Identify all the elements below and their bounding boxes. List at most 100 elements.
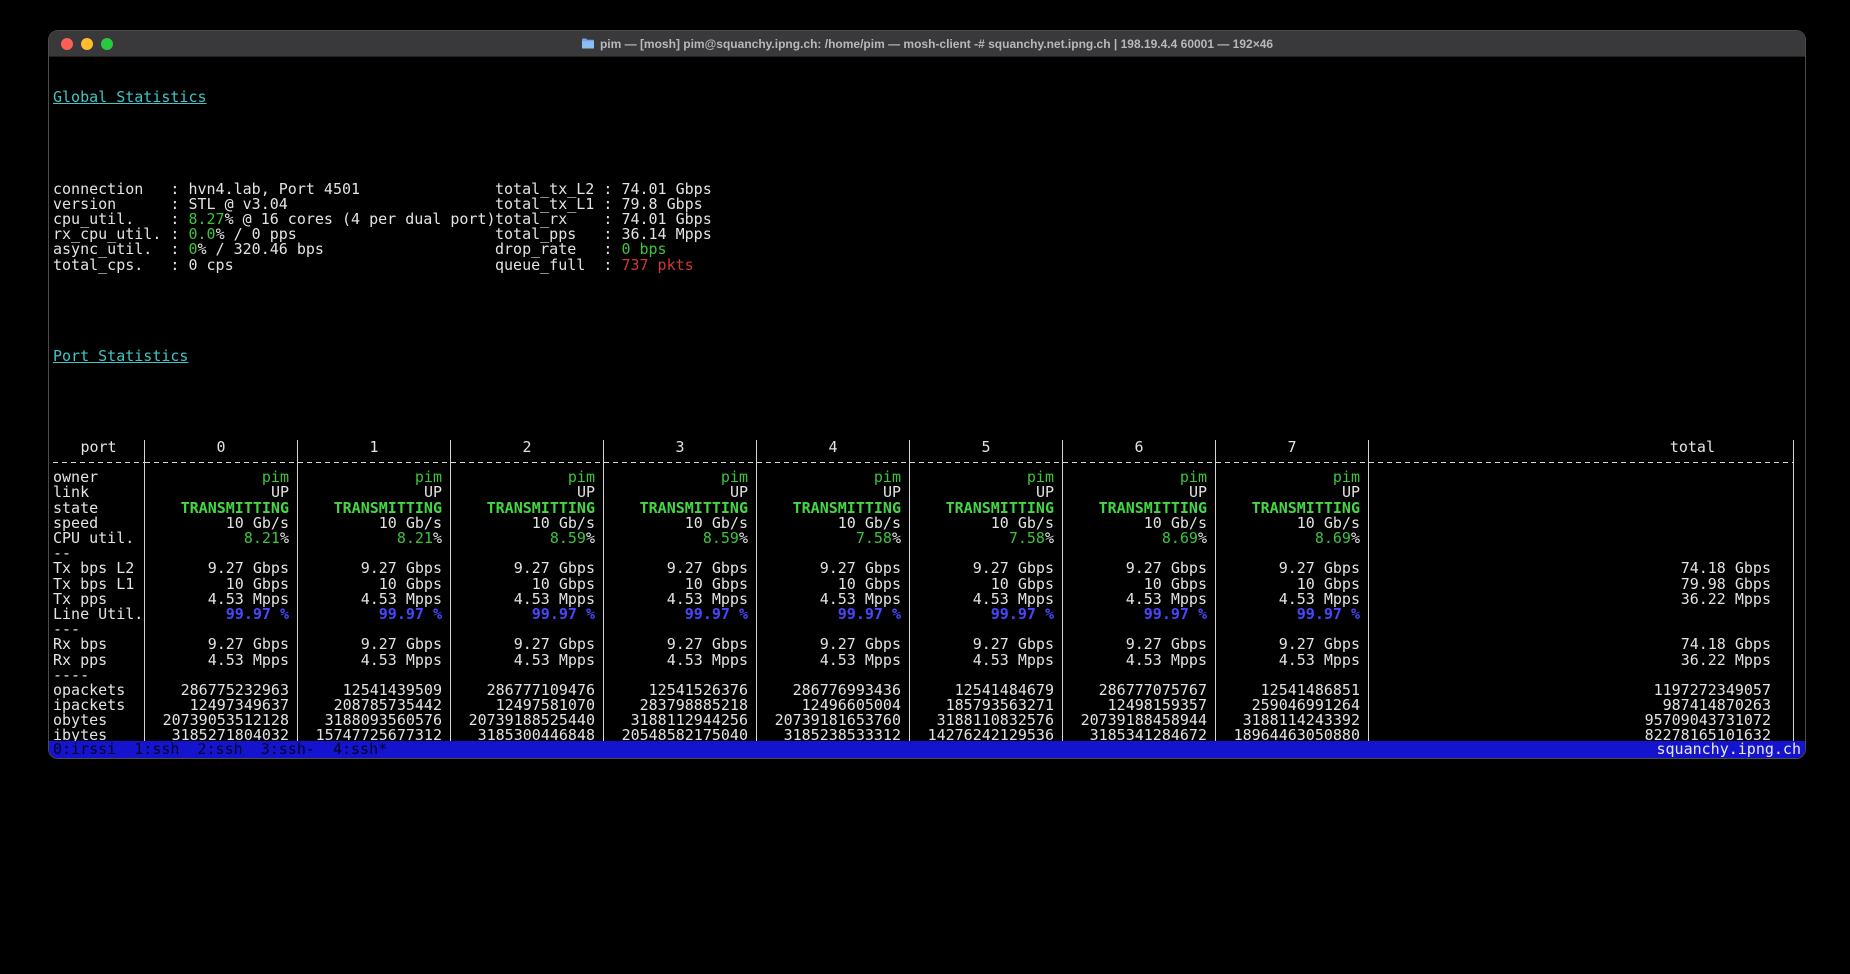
table-cell: 286777109476 [451,683,604,698]
column-header-port-2: 2 [451,440,604,455]
table-cell [145,546,298,561]
zoom-button[interactable] [101,38,113,50]
close-button[interactable] [61,38,73,50]
table-cell [298,546,451,561]
table-cell: 99.97 % [1216,607,1369,622]
table-cell: TRANSMITTING [298,501,451,516]
table-cell [298,668,451,683]
tmux-window-item[interactable]: 2:ssh [198,740,243,758]
column-header-port-6: 6 [1063,440,1216,455]
text-segment: 8.59 [550,531,586,546]
table-cell: 10 Gbps [145,577,298,592]
text-segment: pim [568,470,595,485]
global-statistics-heading: Global Statistics [53,90,1801,105]
table-cell: 4.53 Mpps [1063,592,1216,607]
text-segment: TRANSMITTING [1099,501,1207,516]
table-cell: 79.98 Gbps [1369,577,1794,592]
table-cell [1369,485,1794,500]
table-cell: 4.53 Mpps [145,592,298,607]
table-cell: TRANSMITTING [757,501,910,516]
row-label: Rx pps [53,653,145,668]
row-label: opackets [53,683,145,698]
table-header-separator [53,455,1794,470]
row-label: ipackets [53,698,145,713]
text-segment: 737 pkts [621,256,693,274]
table-cell: pim [604,470,757,485]
table-row--: -- [53,546,1794,561]
table-cell: 10 Gb/s [1063,516,1216,531]
table-row-owner: ownerpimpimpimpimpimpimpimpim [53,470,1794,485]
text-segment: 99.97 % [1144,607,1207,622]
table-cell: 4.53 Mpps [1216,592,1369,607]
row-label: -- [53,546,145,561]
table-cell: 208785735442 [298,698,451,713]
table-cell: 9.27 Gbps [298,637,451,652]
table-cell: UP [757,485,910,500]
table-cell: 4.53 Mpps [145,653,298,668]
table-cell: pim [1216,470,1369,485]
text-segment: pim [415,470,442,485]
tmux-window-item[interactable]: 1:ssh [134,740,179,758]
column-header-port-4: 4 [757,440,910,455]
table-cell: 95709043731072 [1369,713,1794,728]
text-segment: 8.21 [244,531,280,546]
table-cell: 10 Gbps [1063,577,1216,592]
table-cell [298,622,451,637]
window-titlebar[interactable]: pim — [mosh] pim@squanchy.ipng.ch: /home… [49,31,1805,57]
table-cell: 185793563271 [910,698,1063,713]
column-header-port: port [53,440,145,455]
column-header-port-0: 0 [145,440,298,455]
global-statistics-section: connection : hvn4.lab, Port 4501version … [53,182,1801,273]
table-row-obytes: obytes2073905351212831880935605762073918… [53,713,1794,728]
text-segment: % [1351,531,1360,546]
port-statistics-table: port01234567totalownerpimpimpimpimpimpim… [53,440,1794,741]
table-cell: 9.27 Gbps [910,637,1063,652]
table-cell: 4.53 Mpps [604,592,757,607]
tmux-window-item[interactable]: 4:ssh* [333,740,387,758]
table-cell [1063,668,1216,683]
table-cell: 20739053512128 [145,713,298,728]
text-segment: pim [1333,470,1360,485]
table-row-rx-bps: Rx bps9.27 Gbps9.27 Gbps9.27 Gbps9.27 Gb… [53,637,1794,652]
text-segment: 8.59 [703,531,739,546]
tmux-window-item[interactable]: 3:ssh- [261,740,315,758]
table-cell: 8.21% [298,531,451,546]
table-cell: 3185238533312 [757,728,910,741]
terminal-content[interactable]: Global Statistics connection : hvn4.lab,… [49,57,1805,741]
tmux-hostname: squanchy.ipng.ch [1657,741,1802,758]
row-label: state [53,501,145,516]
table-cell [1063,622,1216,637]
table-cell: 10 Gbps [451,577,604,592]
table-cell: 4.53 Mpps [451,592,604,607]
table-cell [1369,455,1794,470]
table-cell [1216,622,1369,637]
table-cell [604,455,757,470]
tmux-window-item[interactable]: 0:irssi [53,740,116,758]
column-header-port-1: 1 [298,440,451,455]
global-stat-line: queue_full : 737 pkts [495,258,712,273]
table-cell: 14276242129536 [910,728,1063,741]
table-cell: TRANSMITTING [1216,501,1369,516]
table-cell [1369,546,1794,561]
table-cell [451,455,604,470]
table-row-state: state TRANSMITTING TRANSMITTING TRANSMITTIN… [53,501,1794,516]
table-cell: 99.97 % [145,607,298,622]
text-segment: TRANSMITTING [793,501,901,516]
table-cell: 20739188525440 [451,713,604,728]
table-cell: 8.69% [1216,531,1369,546]
table-cell [1063,455,1216,470]
text-segment: queue_full : [495,256,621,274]
table-cell: 10 Gb/s [757,516,910,531]
row-label: owner [53,470,145,485]
table-cell: pim [451,470,604,485]
row-label: obytes [53,713,145,728]
table-cell: 9.27 Gbps [757,637,910,652]
table-cell: 3188093560576 [298,713,451,728]
table-cell: 9.27 Gbps [1216,561,1369,576]
table-cell [451,668,604,683]
table-cell: 12541439509 [298,683,451,698]
table-cell: 4.53 Mpps [1216,653,1369,668]
row-label: link [53,485,145,500]
minimize-button[interactable] [81,38,93,50]
table-cell [757,546,910,561]
